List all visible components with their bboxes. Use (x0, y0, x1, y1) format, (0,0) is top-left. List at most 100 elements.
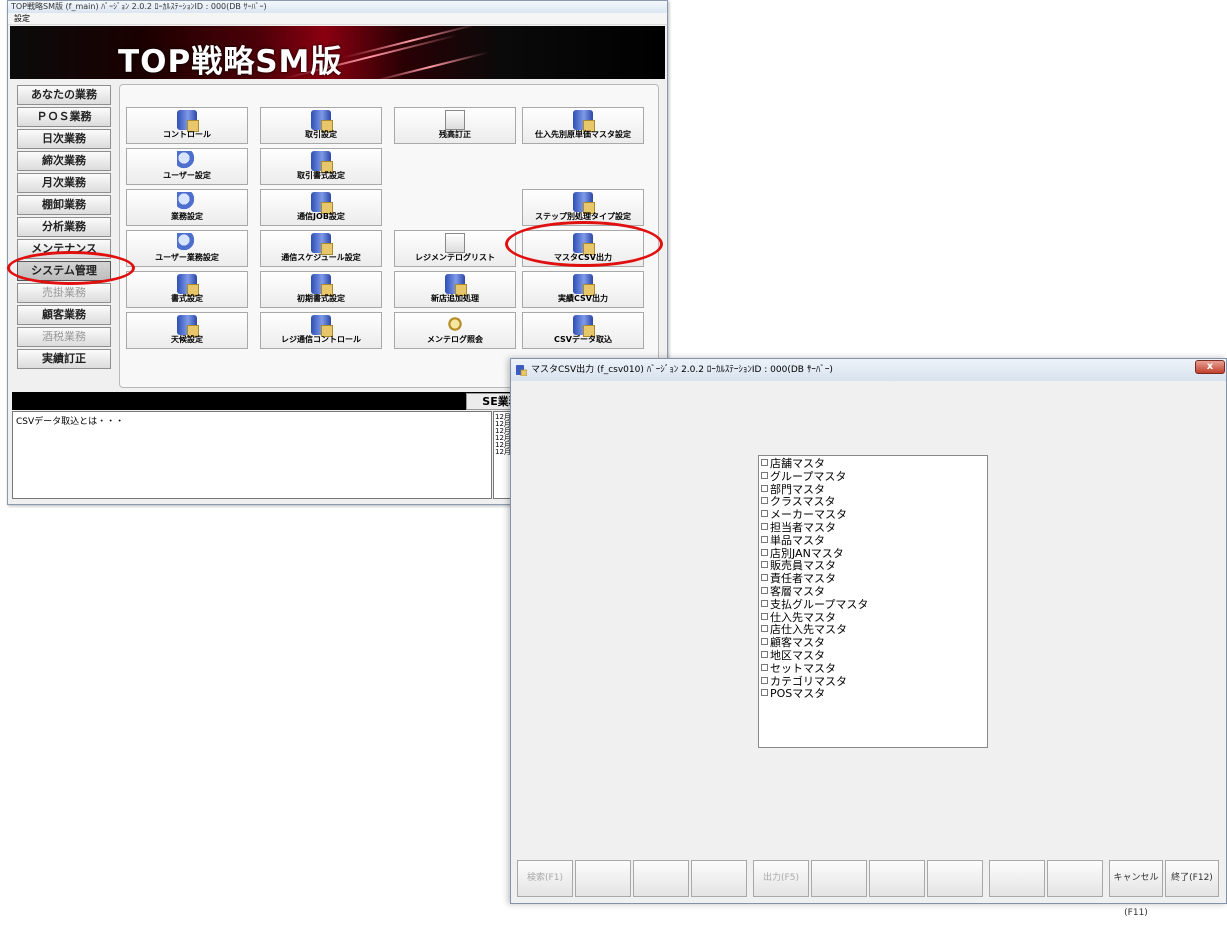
tile-label: 書式設定 (171, 294, 203, 303)
database-icon (516, 365, 527, 376)
nav-receivables[interactable]: 売掛業務 (17, 283, 111, 303)
checkbox-label: 責任者マスタ (770, 572, 836, 586)
tile-label: 初期書式設定 (297, 294, 345, 303)
nav-daily[interactable]: 日次業務 (17, 129, 111, 149)
database-icon (573, 315, 595, 337)
tile-transaction-settings[interactable]: 取引設定 (260, 107, 382, 144)
database-icon (311, 151, 333, 173)
master-checkbox-supplier[interactable]: 仕入先マスタ (759, 611, 987, 624)
master-checkbox-customer[interactable]: 顧客マスタ (759, 636, 987, 649)
f4-button[interactable] (691, 860, 747, 897)
checkbox-icon (761, 561, 768, 569)
checkbox-icon (761, 625, 768, 633)
database-icon (311, 274, 333, 296)
master-checkbox-class[interactable]: クラスマスタ (759, 495, 987, 508)
f3-button[interactable] (633, 860, 689, 897)
nav-monthly[interactable]: 月次業務 (17, 173, 111, 193)
master-checkbox-area[interactable]: 地区マスタ (759, 649, 987, 662)
master-checkbox-payment-group[interactable]: 支払グループマスタ (759, 598, 987, 611)
tile-transaction-format[interactable]: 取引書式設定 (260, 148, 382, 185)
master-checkbox-store-supplier[interactable]: 店仕入先マスタ (759, 623, 987, 636)
master-checkbox-item[interactable]: 単品マスタ (759, 534, 987, 547)
tile-label: 取引設定 (305, 130, 337, 139)
checkbox-label: 店舗マスタ (770, 457, 825, 470)
checkbox-label: 仕入先マスタ (770, 610, 836, 624)
output-f5-button[interactable]: 出力(F5) (753, 860, 809, 897)
master-checkbox-customer-segment[interactable]: 客層マスタ (759, 585, 987, 598)
tile-register-maint-log[interactable]: レジメンテログリスト (394, 230, 516, 267)
tile-format-settings[interactable]: 書式設定 (126, 271, 248, 308)
tile-csv-import[interactable]: CSVデータ取込 (522, 312, 644, 349)
master-checkbox-group[interactable]: グループマスタ (759, 470, 987, 483)
tile-comm-schedule[interactable]: 通信スケジュール設定 (260, 230, 382, 267)
tile-business-settings[interactable]: 業務設定 (126, 189, 248, 226)
tile-label: レジメンテログリスト (415, 253, 495, 262)
database-icon (311, 233, 333, 255)
tile-label: 天候設定 (171, 335, 203, 344)
checkbox-icon (761, 586, 768, 594)
master-checkbox-maker[interactable]: メーカーマスタ (759, 508, 987, 521)
master-csv-dialog: マスタCSV出力 (f_csv010) ﾊﾞｰｼﾞｮﾝ 2.0.2 ﾛｰｶﾙｽﾃ… (510, 358, 1227, 918)
master-checkbox-department[interactable]: 部門マスタ (759, 483, 987, 496)
master-checkbox-set[interactable]: セットマスタ (759, 662, 987, 675)
nav-liquor-tax[interactable]: 酒税業務 (17, 327, 111, 347)
tile-label: 新店追加処理 (431, 294, 479, 303)
nav-inventory[interactable]: 棚卸業務 (17, 195, 111, 215)
checkbox-icon (761, 638, 768, 646)
search-f1-button[interactable]: 検索(F1) (517, 860, 573, 897)
document-icon (445, 233, 465, 253)
exit-f12-button[interactable]: 終了(F12) (1165, 860, 1219, 897)
checkbox-icon (761, 535, 768, 543)
tile-label: 通信スケジュール設定 (281, 253, 361, 262)
tile-maint-log-inquiry[interactable]: メンテログ照会 (394, 312, 516, 349)
database-icon (311, 192, 333, 214)
tile-new-store[interactable]: 新店追加処理 (394, 271, 516, 308)
master-checkbox-pos[interactable]: POSマスタ (759, 687, 987, 700)
tile-weather-settings[interactable]: 天候設定 (126, 312, 248, 349)
menu-settings[interactable]: 設定 (14, 14, 30, 23)
tile-label: 残高訂正 (439, 130, 471, 139)
master-checkbox-store-jan[interactable]: 店別JANマスタ (759, 547, 987, 560)
calculator-icon (445, 110, 465, 130)
tile-initial-format[interactable]: 初期書式設定 (260, 271, 382, 308)
tile-comm-job-settings[interactable]: 通信JOB設定 (260, 189, 382, 226)
f6-button[interactable] (811, 860, 867, 897)
checkbox-icon (761, 548, 768, 556)
tile-results-csv-output[interactable]: 実績CSV出力 (522, 271, 644, 308)
checkbox-label: 客層マスタ (770, 584, 825, 598)
checkbox-icon (761, 689, 768, 697)
nav-closing[interactable]: 締次業務 (17, 151, 111, 171)
f9-button[interactable] (989, 860, 1045, 897)
f8-button[interactable] (927, 860, 983, 897)
tile-register-comm-control[interactable]: レジ通信コントロール (260, 312, 382, 349)
master-checkbox-store[interactable]: 店舗マスタ (759, 457, 987, 470)
checkbox-label: 担当者マスタ (770, 520, 836, 534)
nav-results-correction[interactable]: 実績訂正 (17, 349, 111, 369)
tile-label: メンテログ照会 (427, 335, 483, 344)
checkbox-icon (761, 676, 768, 684)
checkbox-label: メーカーマスタ (770, 508, 847, 522)
tile-supplier-cost-master[interactable]: 仕入先別原単価マスタ設定 (522, 107, 644, 144)
tile-user-settings[interactable]: ユーザー設定 (126, 148, 248, 185)
nav-your-tasks[interactable]: あなたの業務 (17, 85, 111, 105)
cancel-f11-button[interactable]: キャンセル(F11) (1109, 860, 1163, 918)
database-icon (445, 274, 467, 296)
f2-button[interactable] (575, 860, 631, 897)
tile-control[interactable]: コントロール (126, 107, 248, 144)
master-checkbox-staff[interactable]: 担当者マスタ (759, 521, 987, 534)
database-icon (573, 274, 595, 296)
nav-pos[interactable]: ＰＯＳ業務 (17, 107, 111, 127)
checkbox-label: クラスマスタ (770, 495, 836, 509)
master-checkbox-salesperson[interactable]: 販売員マスタ (759, 559, 987, 572)
database-icon (177, 110, 199, 132)
tile-user-business-settings[interactable]: ユーザー業務設定 (126, 230, 248, 267)
master-checkbox-category[interactable]: カテゴリマスタ (759, 675, 987, 688)
master-checklist: 店舗マスタ グループマスタ 部門マスタ クラスマスタ メーカーマスタ 担当者マス… (758, 455, 988, 748)
nav-analysis[interactable]: 分析業務 (17, 217, 111, 237)
master-checkbox-manager[interactable]: 責任者マスタ (759, 572, 987, 585)
close-button[interactable]: x (1195, 360, 1225, 374)
f10-button[interactable] (1047, 860, 1103, 897)
nav-customers[interactable]: 顧客業務 (17, 305, 111, 325)
f7-button[interactable] (869, 860, 925, 897)
tile-balance-correction[interactable]: 残高訂正 (394, 107, 516, 144)
